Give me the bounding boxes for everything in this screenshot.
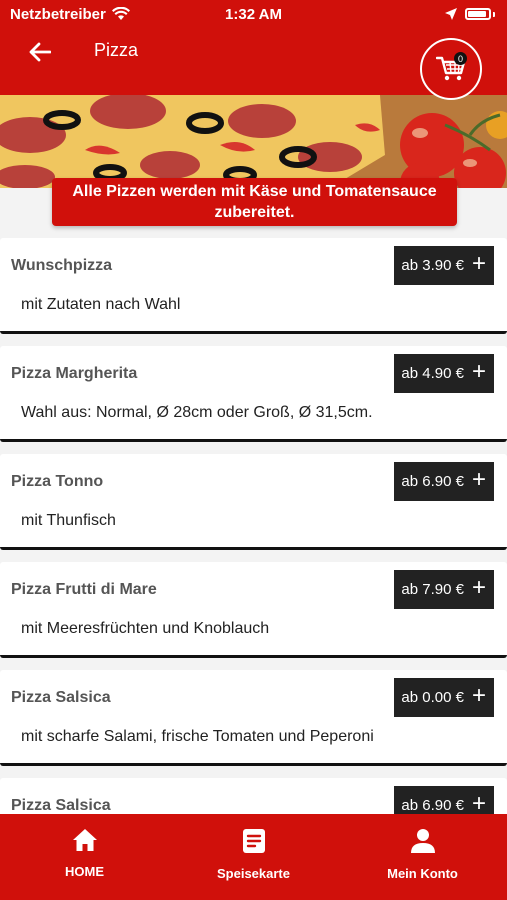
item-description: mit Zutaten nach Wahl [21, 296, 181, 313]
add-to-cart-button[interactable]: ab 6.90 € + [394, 462, 494, 501]
plus-icon: + [471, 681, 486, 709]
info-banner-text: Alle Pizzen werden mit Käse und Tomatens… [72, 183, 437, 221]
add-to-cart-button[interactable]: ab 0.00 € + [394, 678, 494, 717]
item-price: ab 3.90 € [401, 257, 464, 274]
menu-card-icon [242, 829, 265, 853]
item-description: mit scharfe Salami, frische Tomaten und … [21, 728, 374, 745]
menu-item[interactable]: Pizza Tonno ab 6.90 € + mit Thunfisch [0, 454, 507, 550]
item-price: ab 6.90 € [401, 473, 464, 490]
add-to-cart-button[interactable]: ab 4.90 € + [394, 354, 494, 393]
page-title: Pizza [94, 40, 139, 60]
item-name: Pizza Salsica [11, 797, 111, 814]
menu-item[interactable]: Wunschpizza ab 3.90 € + mit Zutaten nach… [0, 238, 507, 334]
tab-speisekarte-label: Speisekarte [217, 866, 290, 881]
item-description: Wahl aus: Normal, Ø 28cm oder Groß, Ø 31… [21, 404, 373, 421]
location-arrow-icon [445, 8, 457, 20]
tab-home-label: HOME [65, 864, 104, 879]
item-price: ab 7.90 € [401, 581, 464, 598]
tab-home[interactable]: HOME [0, 814, 169, 900]
menu-list: Wunschpizza ab 3.90 € + mit Zutaten nach… [0, 238, 507, 886]
bottom-tab-bar: HOME Speisekarte Mein Konto [0, 814, 507, 900]
item-name: Pizza Margherita [11, 365, 138, 382]
plus-icon: + [471, 465, 486, 493]
item-price: ab 4.90 € [401, 365, 464, 382]
item-name: Pizza Frutti di Mare [11, 581, 157, 598]
tab-mein-konto-label: Mein Konto [387, 866, 458, 881]
item-description: mit Meeresfrüchten und Knoblauch [21, 620, 270, 637]
item-price: ab 0.00 € [401, 689, 464, 706]
item-name: Pizza Salsica [11, 689, 111, 706]
tab-mein-konto[interactable]: Mein Konto [338, 814, 507, 900]
item-price: ab 6.90 € [401, 797, 464, 814]
plus-icon: + [471, 789, 486, 817]
item-name: Pizza Tonno [11, 473, 104, 490]
pizza-banner-image [0, 95, 507, 188]
item-name: Wunschpizza [11, 257, 113, 274]
info-banner: Alle Pizzen werden mit Käse und Tomatens… [52, 178, 457, 226]
plus-icon: + [471, 249, 486, 277]
wifi-icon [111, 7, 130, 20]
add-to-cart-button[interactable]: ab 3.90 € + [394, 246, 494, 285]
plus-icon: + [471, 357, 486, 385]
add-to-cart-button[interactable]: ab 7.90 € + [394, 570, 494, 609]
cart-count-badge: 0 [454, 52, 467, 65]
cart-button[interactable]: 0 [420, 38, 482, 100]
item-description: mit Thunfisch [21, 512, 116, 529]
carrier-label: Netzbetreiber [10, 5, 106, 23]
menu-item[interactable]: Pizza Salsica ab 0.00 € + mit scharfe Sa… [0, 670, 507, 766]
menu-item[interactable]: Pizza Frutti di Mare ab 7.90 € + mit Mee… [0, 562, 507, 658]
arrow-left-icon [29, 42, 51, 62]
status-bar: Netzbetreiber 1:32 AM [0, 0, 507, 28]
user-icon [410, 829, 435, 853]
tab-speisekarte[interactable]: Speisekarte [169, 814, 338, 900]
plus-icon: + [471, 573, 486, 601]
back-button[interactable] [26, 38, 54, 66]
menu-item[interactable]: Pizza Margherita ab 4.90 € + Wahl aus: N… [0, 346, 507, 442]
home-icon [72, 829, 97, 851]
battery-icon [465, 8, 491, 20]
